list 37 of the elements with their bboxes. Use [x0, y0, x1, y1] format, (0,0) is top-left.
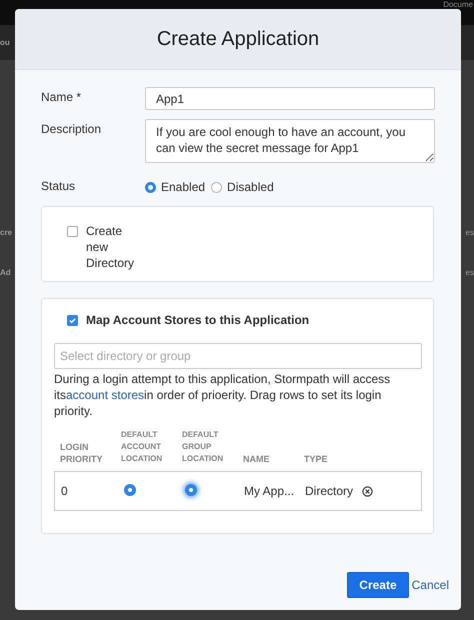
column-header: NAME	[243, 453, 270, 465]
column-header: DEFAULT ACCOUNT LOCATION	[121, 429, 164, 465]
table-row[interactable]: 0 My App... Directory	[54, 471, 422, 511]
background-text: Docume	[443, 0, 473, 9]
field-label: Status	[41, 178, 76, 193]
table-cell-text: 0	[61, 484, 69, 498]
radio-icon[interactable]	[124, 484, 136, 496]
description-field[interactable]: If you are cool enough to have an account, you can view the secret message for App1	[145, 119, 435, 163]
table-cell-text: My App...	[244, 484, 296, 498]
checkbox[interactable]	[67, 226, 78, 237]
remove-icon[interactable]	[362, 486, 373, 496]
account-stores-link[interactable]: account stores	[66, 388, 144, 402]
status-radio[interactable]: Enabled	[145, 180, 206, 194]
background-text: ou	[0, 38, 10, 47]
cancel-link[interactable]: Cancel	[412, 578, 449, 592]
radio-icon[interactable]	[211, 182, 222, 192]
column-header: LOGIN PRIORITY	[60, 441, 104, 465]
help-text: During a login attempt to this application, Stormpath will access itsaccount storesin order of prioerity. Drag rows to set its login priority.	[54, 371, 392, 419]
search-field[interactable]: Select directory or group	[54, 343, 422, 369]
checkbox-label: Create new Directory	[86, 223, 136, 271]
name-field[interactable]: App1	[145, 87, 435, 110]
radio-icon[interactable]	[145, 182, 156, 192]
table-cell-text: Directory	[305, 484, 354, 498]
column-header: DEFAULT GROUP LOCATION	[182, 429, 224, 465]
field-label: Name *	[41, 89, 82, 104]
create-button[interactable]: Create	[347, 572, 409, 598]
field-label: Description	[41, 121, 102, 136]
background-text: Ad	[0, 268, 11, 277]
dialog-title: Create Application	[156, 28, 320, 50]
column-header: TYPE	[304, 453, 329, 465]
checkbox-label: Map Account Stores to this Application	[86, 313, 310, 327]
radio-icon[interactable]	[185, 484, 197, 496]
background-text: es	[466, 228, 474, 237]
background-text: es	[466, 268, 474, 277]
background-text: cre	[0, 228, 12, 237]
checkbox[interactable]	[67, 314, 78, 326]
status-radio[interactable]: Disabled	[211, 180, 274, 194]
